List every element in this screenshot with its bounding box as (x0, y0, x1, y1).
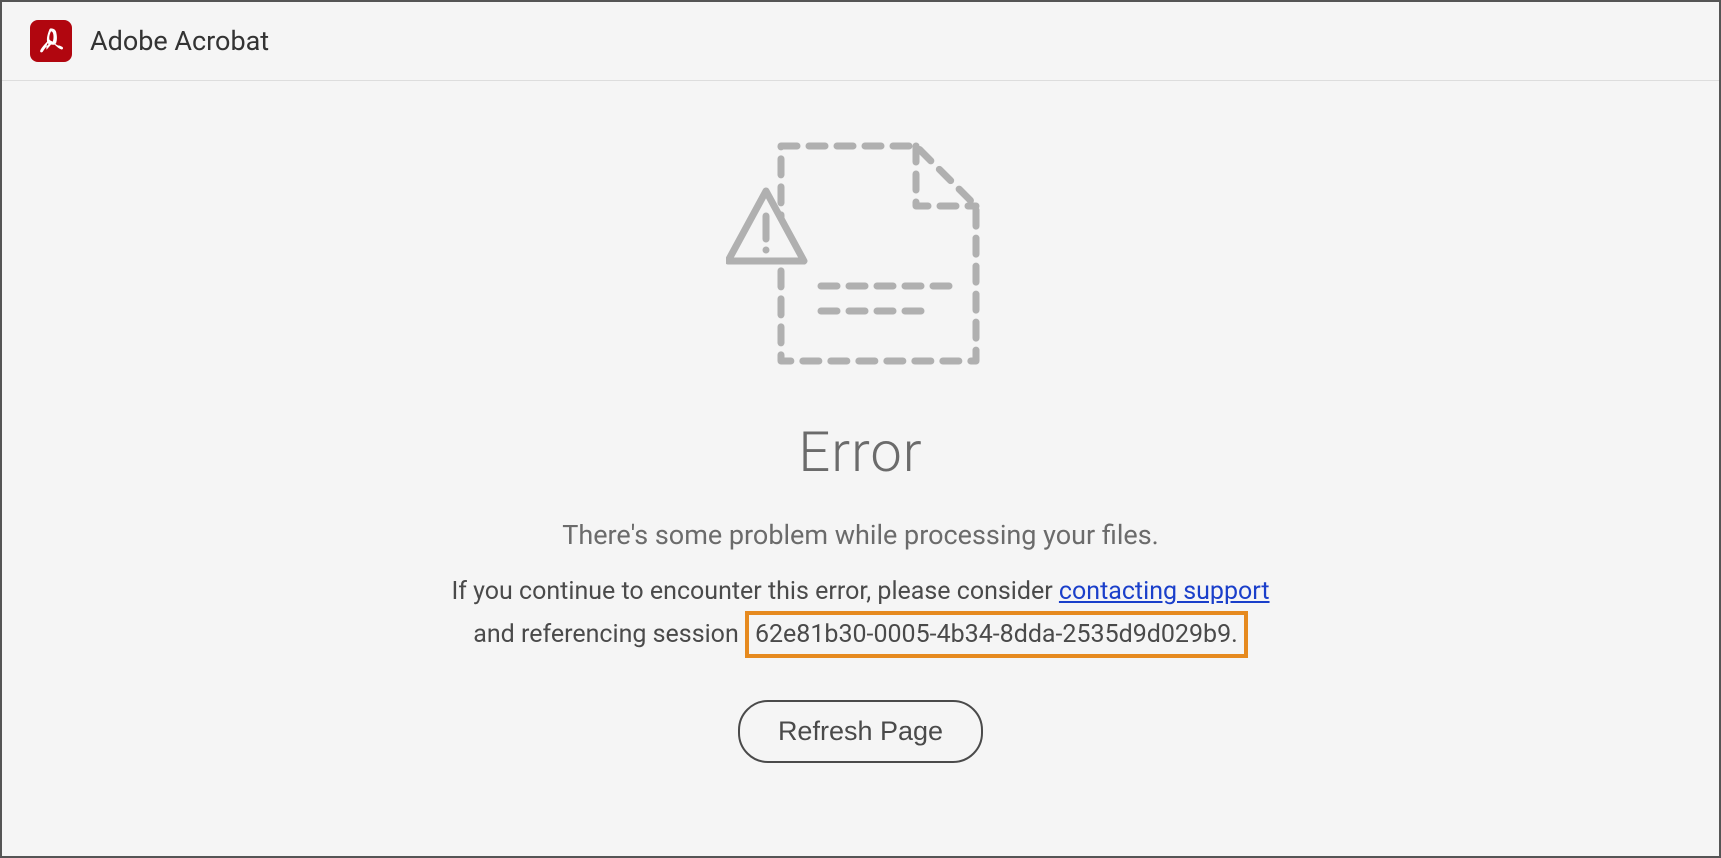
error-detail-text-before: If you continue to encounter this error,… (451, 577, 1058, 606)
error-content: Error There's some problem while process… (2, 81, 1719, 856)
error-heading: Error (798, 419, 922, 485)
app-header: Adobe Acrobat (2, 2, 1719, 81)
error-subtitle: There's some problem while processing yo… (562, 519, 1159, 551)
warning-triangle-icon (728, 191, 804, 261)
session-id: 62e81b30-0005-4b34-8dda-2535d9d029b9. (745, 611, 1248, 659)
app-title: Adobe Acrobat (90, 25, 269, 57)
app-window: Adobe Acrobat Error There's some problem… (2, 2, 1719, 856)
error-document-icon (726, 136, 996, 371)
refresh-page-button[interactable]: Refresh Page (738, 700, 983, 763)
error-detail-text-after: and referencing session (473, 620, 745, 649)
error-detail: If you continue to encounter this error,… (451, 573, 1269, 658)
adobe-acrobat-icon (30, 20, 72, 62)
contact-support-link[interactable]: contacting support (1059, 577, 1270, 606)
